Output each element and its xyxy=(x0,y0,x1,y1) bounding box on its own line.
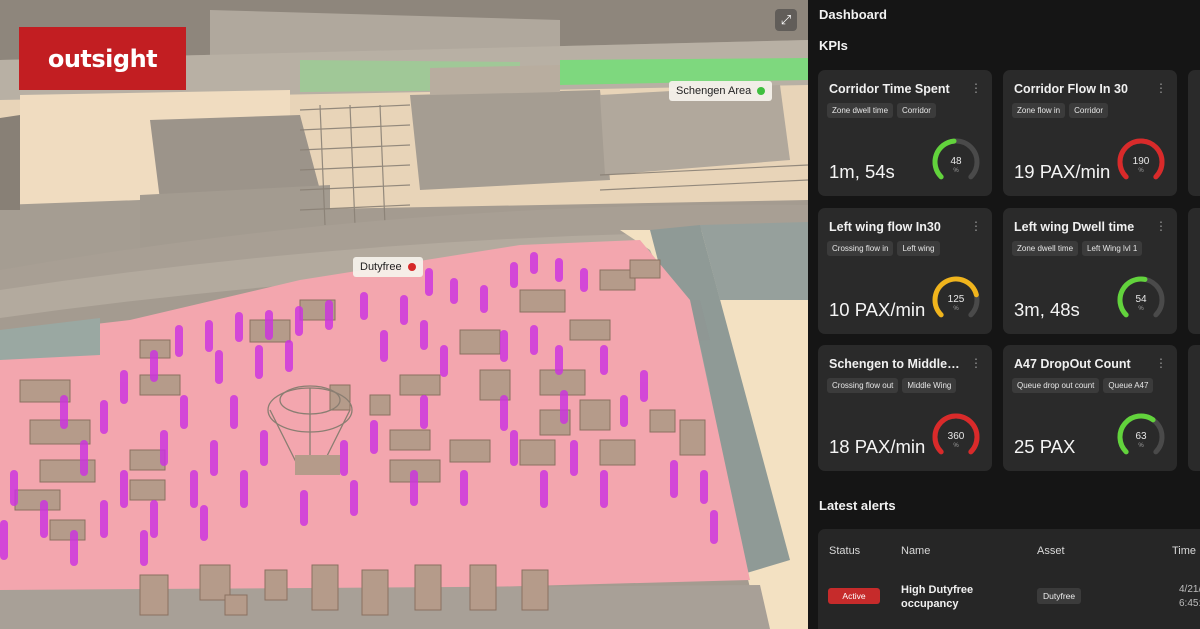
kpi-tag: Zone dwell time xyxy=(827,103,894,118)
column-header-time[interactable]: Time xyxy=(1172,545,1196,557)
kpi-title: A47 DropOut Count xyxy=(1014,357,1131,371)
more-vertical-icon[interactable]: ⋮ xyxy=(970,356,982,370)
kpi-value: 10 PAX/min xyxy=(829,298,926,320)
kpi-tag: Middle Wing xyxy=(902,378,957,393)
fullscreen-button[interactable]: ⤢ xyxy=(775,9,797,31)
kpi-card[interactable]: Corridor Time Spent ⋮ Zone dwell time Co… xyxy=(818,70,992,196)
kpi-gauge: 125% xyxy=(932,276,980,318)
gauge-unit: % xyxy=(1138,443,1144,449)
more-vertical-icon[interactable]: ⋮ xyxy=(1155,219,1167,233)
kpi-gauge: 190% xyxy=(1117,138,1165,180)
status-dot-icon xyxy=(757,87,766,95)
kpi-tag: Crossing flow in xyxy=(827,241,894,256)
kpi-value: 18 PAX/min xyxy=(829,435,926,457)
gauge-value: 190 xyxy=(1133,156,1150,167)
kpi-card[interactable]: Schengen to Middle Wing ⋮ Crossing flow … xyxy=(818,345,992,471)
kpi-value: 3m, 48s xyxy=(1014,298,1080,320)
more-vertical-icon[interactable]: ⋮ xyxy=(1155,356,1167,370)
kpi-title: Corridor Flow In 30 xyxy=(1014,82,1128,96)
outsight-logo: outsight xyxy=(19,27,186,90)
gauge-value: 63 xyxy=(1135,431,1147,442)
column-header-name[interactable]: Name xyxy=(901,545,930,557)
gauge-value: 54 xyxy=(1135,294,1147,305)
kpi-tag: Queue A47 xyxy=(1103,378,1154,393)
kpi-value: 1m, 54s xyxy=(829,160,895,182)
gauge-value: 360 xyxy=(948,431,965,442)
column-header-status[interactable]: Status xyxy=(829,545,860,557)
kpi-value: 19 PAX/min xyxy=(1014,160,1111,182)
more-vertical-icon[interactable]: ⋮ xyxy=(1155,81,1167,95)
zone-tag-dutyfree[interactable]: Dutyfree xyxy=(353,257,423,277)
kpi-card[interactable]: Left wing Dwell time ⋮ Zone dwell time L… xyxy=(1003,208,1177,334)
kpi-tag: Corridor xyxy=(897,103,936,118)
gauge-unit: % xyxy=(1138,306,1144,312)
status-badge: Active xyxy=(828,588,880,604)
kpi-gauge: 54% xyxy=(1117,276,1165,318)
more-vertical-icon[interactable]: ⋮ xyxy=(970,81,982,95)
kpi-gauge: 48% xyxy=(932,138,980,180)
kpi-tag: Zone dwell time xyxy=(1012,241,1079,256)
alert-name: High Dutyfree occupancy xyxy=(901,584,974,610)
dashboard-panel: Dashboard KPIs Corridor Time Spent ⋮ Zon… xyxy=(808,0,1200,629)
kpi-title: Left wing flow In30 xyxy=(829,220,941,234)
gauge-value: 48 xyxy=(950,156,962,167)
kpi-tag: Zone flow in xyxy=(1012,103,1066,118)
kpi-gauge: 63% xyxy=(1117,413,1165,455)
alert-time: 4/21/2 6:45:2 xyxy=(1179,583,1200,610)
kpi-card[interactable]: Left wing flow In30 ⋮ Crossing flow in L… xyxy=(818,208,992,334)
kpi-tag: Queue drop out count xyxy=(1012,378,1100,393)
kpi-title: Schengen to Middle Wing xyxy=(829,357,963,371)
kpis-title: KPIs xyxy=(819,38,848,53)
more-vertical-icon[interactable]: ⋮ xyxy=(970,219,982,233)
kpi-tag: Corridor xyxy=(1069,103,1109,118)
alert-date: 4/21/2 xyxy=(1179,584,1200,595)
status-dot-icon xyxy=(407,263,416,271)
latest-alerts-title: Latest alerts xyxy=(819,498,896,513)
zone-tag-schengen-area[interactable]: Schengen Area xyxy=(669,81,773,101)
column-header-asset[interactable]: Asset xyxy=(1037,545,1065,557)
kpi-card-partial[interactable] xyxy=(1188,208,1200,334)
kpi-card[interactable]: A47 DropOut Count ⋮ Queue drop out count… xyxy=(1003,345,1177,471)
kpi-card-partial[interactable] xyxy=(1188,70,1200,196)
alert-clock: 6:45:2 xyxy=(1179,597,1200,609)
logo-text: outsight xyxy=(47,44,158,73)
zone-label: Dutyfree xyxy=(360,261,402,273)
gauge-unit: % xyxy=(953,443,959,449)
zone-label: Schengen Area xyxy=(676,85,752,97)
map-view[interactable]: outsight ⤢ Schengen Area Dutyfree xyxy=(0,0,808,629)
kpi-title: Corridor Time Spent xyxy=(829,82,950,96)
kpi-tag: Left Wing lvl 1 xyxy=(1082,241,1143,256)
dashboard-title: Dashboard xyxy=(819,7,887,22)
asset-tag: Dutyfree xyxy=(1037,588,1082,604)
gauge-unit: % xyxy=(953,306,959,312)
gauge-value: 125 xyxy=(948,294,965,305)
kpi-gauge: 360% xyxy=(932,413,980,455)
kpi-tag: Crossing flow out xyxy=(827,378,899,393)
kpi-tag: Left wing xyxy=(897,241,940,256)
kpi-card[interactable]: Corridor Flow In 30 ⋮ Zone flow in Corri… xyxy=(1003,70,1177,196)
gauge-unit: % xyxy=(953,168,959,174)
kpi-title: Left wing Dwell time xyxy=(1014,220,1135,234)
kpi-value: 25 PAX xyxy=(1014,435,1076,457)
expand-icon: ⤢ xyxy=(780,12,792,27)
alerts-table: Status Name Asset Time Active High Dutyf… xyxy=(818,529,1200,629)
gauge-unit: % xyxy=(1138,168,1144,174)
kpi-card-partial[interactable] xyxy=(1188,345,1200,471)
